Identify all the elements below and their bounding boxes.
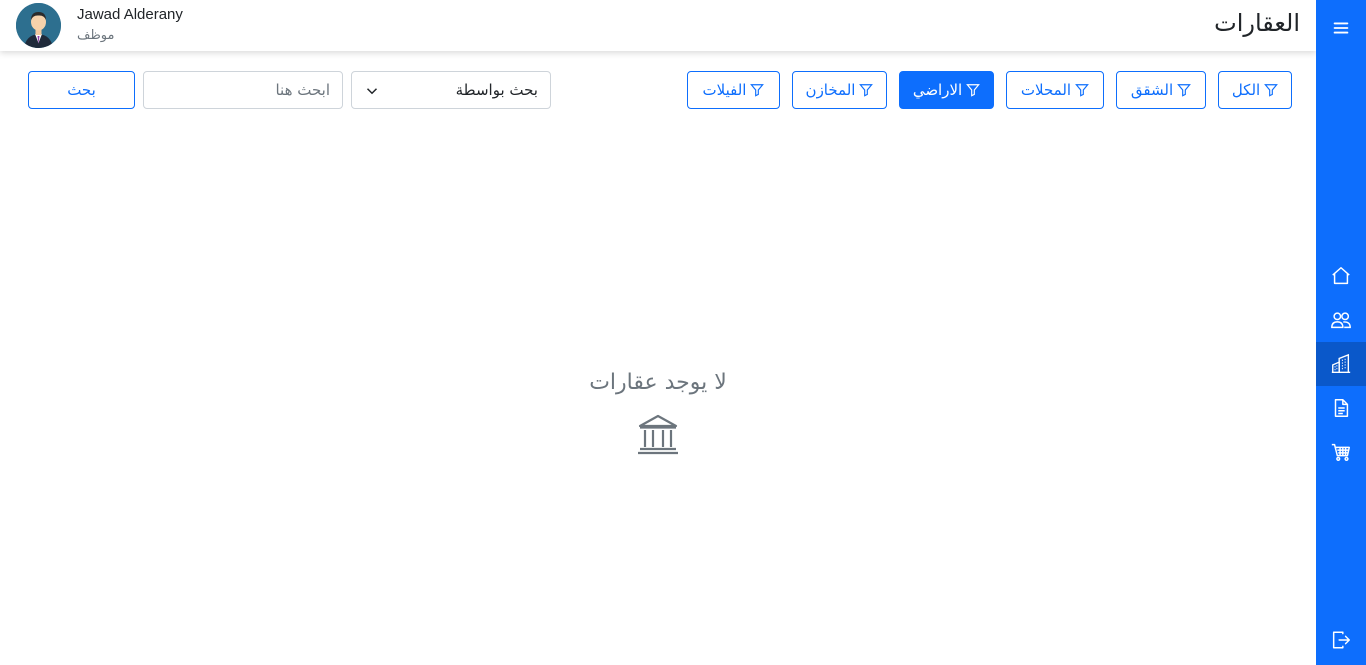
search-by-select[interactable]: بحث بواسطة (351, 71, 551, 109)
top-header: Jawad Alderany موظف العقارات (0, 0, 1316, 51)
sidebar-item-documents[interactable] (1316, 386, 1366, 430)
cart-icon (1331, 443, 1350, 461)
sidebar-item-home[interactable] (1316, 254, 1366, 298)
buildings-icon (1331, 353, 1351, 373)
search-button[interactable]: بحث (28, 71, 135, 109)
page-title: العقارات (1214, 9, 1300, 37)
filter-label: المخازن (805, 81, 856, 99)
sidebar-item-cart[interactable] (1316, 430, 1366, 474)
filter-icon (750, 84, 765, 97)
filter-icon (1264, 84, 1279, 97)
search-input[interactable] (143, 71, 343, 109)
filter-label: الكل (1231, 81, 1261, 99)
filter-label: الشقق (1130, 81, 1174, 99)
empty-state-message: لا يوجد عقارات (589, 370, 727, 395)
filter-icon (1075, 84, 1089, 97)
search-by-label: بحث بواسطة (455, 81, 538, 99)
filter-label: الاراضي (912, 81, 963, 99)
user-name: Jawad Alderany (77, 6, 183, 23)
people-icon (1331, 312, 1351, 329)
menu-toggle-button[interactable] (1316, 6, 1366, 50)
filter-icon (859, 84, 874, 97)
sidebar (1316, 0, 1366, 665)
filter-icon (1177, 84, 1192, 97)
logout-button[interactable] (1316, 618, 1366, 662)
avatar[interactable] (16, 3, 61, 48)
sidebar-item-users[interactable] (1316, 298, 1366, 342)
filter-label: الفيلات (702, 81, 747, 99)
filter-all-button[interactable]: الكل (1218, 71, 1292, 109)
chevron-down-icon (366, 88, 378, 95)
filter-icon (966, 84, 981, 97)
document-icon (1334, 399, 1349, 417)
filter-lands-button[interactable]: الاراضي (899, 71, 994, 109)
bank-icon (638, 414, 678, 455)
filter-label: المحلات (1020, 81, 1072, 99)
filter-shops-button[interactable]: المحلات (1006, 71, 1104, 109)
home-icon (1332, 267, 1350, 285)
sidebar-item-properties[interactable] (1316, 342, 1366, 386)
logout-icon (1332, 631, 1350, 649)
menu-icon (1333, 22, 1349, 34)
filter-villas-button[interactable]: الفيلات (687, 71, 780, 109)
user-role: موظف (77, 28, 115, 43)
filter-warehouses-button[interactable]: المخازن (792, 71, 887, 109)
filter-apartments-button[interactable]: الشقق (1116, 71, 1206, 109)
